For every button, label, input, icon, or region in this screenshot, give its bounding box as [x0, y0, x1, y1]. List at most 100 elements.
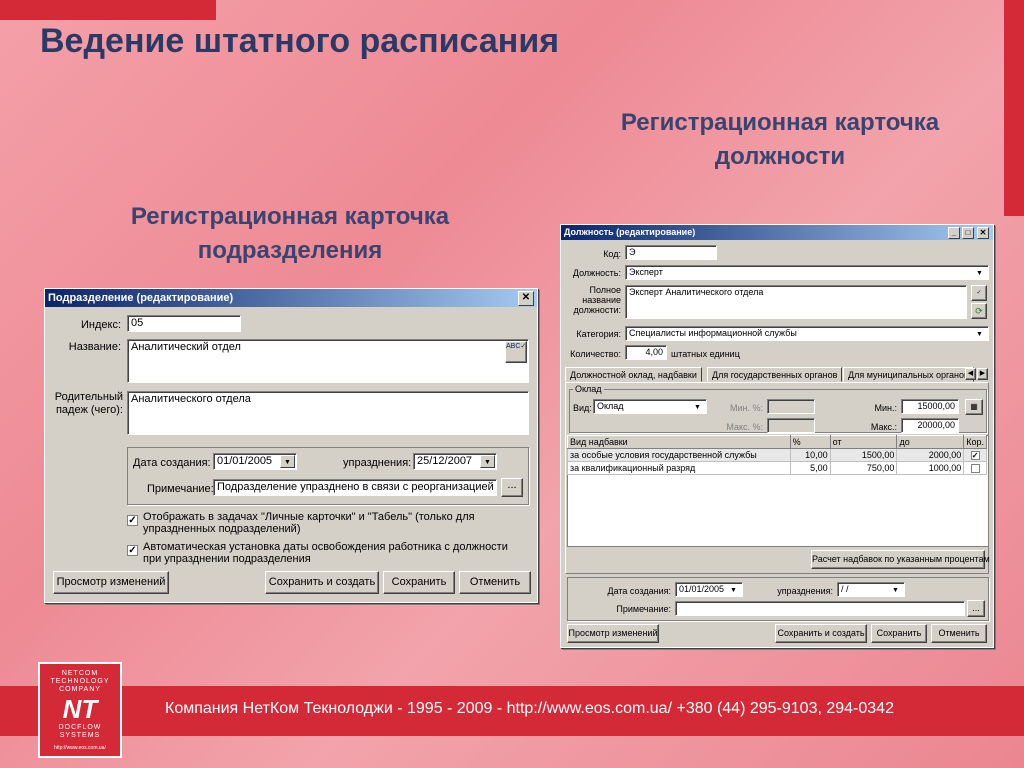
quantity-input[interactable]: 4,00: [625, 345, 667, 360]
category-value: Специалисты информационной службы: [629, 328, 797, 338]
position-select[interactable]: Эксперт ▼: [625, 265, 989, 280]
close-icon[interactable]: ✕: [977, 227, 989, 239]
refresh-icon[interactable]: ⟳: [971, 303, 987, 319]
category-select[interactable]: Специалисты информационной службы ▼: [625, 326, 989, 341]
chevron-down-icon[interactable]: ▼: [480, 455, 495, 468]
code-label: Код:: [603, 249, 621, 259]
chevron-down-icon[interactable]: ▼: [280, 455, 295, 468]
parent-label: Родительный падеж (чего):: [54, 391, 123, 416]
cor-checkbox[interactable]: [970, 463, 980, 473]
pos-note-input[interactable]: [675, 601, 965, 616]
index-input[interactable]: 05: [127, 315, 241, 332]
name-label: Название:: [68, 341, 121, 353]
chevron-down-icon[interactable]: ▼: [972, 328, 987, 339]
pos-created-date-input[interactable]: 01/01/2005 ▼: [675, 582, 743, 597]
name-input[interactable]: Аналитический отдел: [127, 339, 529, 383]
min-pct-input: [767, 399, 815, 414]
table-row[interactable]: за особые условия государственной службы…: [567, 448, 987, 462]
max-pct-input: [767, 418, 815, 433]
tab-strip: Должностной оклад, надбавки Для государс…: [565, 367, 989, 382]
min-salary-label: Мин.:: [874, 403, 898, 413]
tab-scroll-right-icon[interactable]: ▶: [977, 368, 988, 380]
table-row[interactable]: за квалификационный разряд 5,00 750,00 1…: [567, 461, 987, 475]
pos-history-button[interactable]: Просмотр изменений: [567, 624, 659, 643]
footer-text: Компания НетКом Текнолоджи - 1995 - 2009…: [165, 700, 894, 717]
spellcheck-button[interactable]: ✓: [971, 285, 987, 301]
position-edit-window: Должность (редактирование) _ □ ✕ Код: Э …: [560, 224, 994, 648]
auto-release-label: Автоматическая установка даты освобожден…: [143, 541, 508, 565]
pos-save-and-create-button[interactable]: Сохранить и создать: [775, 624, 867, 643]
created-date-input[interactable]: 01/01/2005 ▼: [213, 453, 297, 470]
row-from: 750,00: [829, 461, 898, 475]
close-icon[interactable]: ✕: [518, 291, 534, 306]
chevron-down-icon[interactable]: ▼: [888, 584, 903, 595]
type-select[interactable]: Оклад ▼: [593, 399, 707, 414]
display-in-tasks-checkbox[interactable]: ✓: [127, 515, 138, 526]
row-pct: 5,00: [789, 461, 831, 475]
division-title-bar: Подразделение (редактирование) ✕: [45, 289, 537, 307]
tab-municipal-bodies[interactable]: Для муниципальных органов: [843, 367, 974, 382]
type-value: Оклад: [597, 401, 624, 411]
row-name: за особые условия государственной службы: [567, 448, 791, 462]
caption-division-card: Регистрационная карточка подразделения: [130, 203, 450, 264]
abolished-date-input[interactable]: 25/12/2007 ▼: [413, 453, 497, 470]
position-title: Должность (редактирование): [564, 227, 696, 237]
max-pct-label: Макс. %:: [726, 422, 763, 432]
display-in-tasks-label: Отображать в задачах "Личные карточки" и…: [143, 511, 475, 535]
pos-abolished-label: упразднения:: [777, 586, 833, 596]
spellcheck-button[interactable]: ABC✓: [505, 341, 527, 363]
history-button[interactable]: Просмотр изменений: [53, 571, 169, 594]
logo-url: http://www.eos.com.ua/: [54, 745, 106, 751]
pos-note-ellipsis-button[interactable]: ...: [967, 600, 985, 617]
calc-allowances-button[interactable]: Расчет надбавок по указанным процентам: [811, 550, 990, 569]
parent-input[interactable]: Аналитического отдела: [127, 391, 529, 435]
type-label: Вид:: [573, 403, 592, 413]
chevron-down-icon[interactable]: ▼: [726, 584, 741, 595]
max-salary-input[interactable]: 20000,00: [901, 418, 959, 433]
abolished-date-value: 25/12/2007: [417, 455, 473, 467]
quantity-unit: штатных единиц: [671, 349, 740, 359]
min-salary-input[interactable]: 15000,00: [901, 399, 959, 414]
row-cor: ✓: [963, 448, 987, 462]
save-button[interactable]: Сохранить: [383, 571, 455, 594]
pos-cancel-button[interactable]: Отменить: [931, 624, 987, 643]
chevron-down-icon[interactable]: ▼: [972, 267, 987, 278]
col-pct[interactable]: %: [789, 435, 831, 449]
code-input[interactable]: Э: [625, 245, 717, 260]
pos-created-label: Дата создания:: [607, 586, 672, 596]
cancel-button[interactable]: Отменить: [459, 571, 531, 594]
created-date-value: 01/01/2005: [217, 455, 273, 467]
division-title: Подразделение (редактирование): [48, 292, 234, 304]
col-cor[interactable]: Кор.: [963, 435, 987, 449]
pos-save-button[interactable]: Сохранить: [871, 624, 927, 643]
tab-state-bodies[interactable]: Для государственных органов: [707, 367, 843, 382]
auto-release-checkbox[interactable]: ✓: [127, 545, 138, 556]
min-pct-label: Мин. %:: [730, 403, 763, 413]
pos-abolished-date-input[interactable]: / / ▼: [837, 582, 905, 597]
full-name-input[interactable]: Эксперт Аналитического отдела: [625, 285, 967, 319]
calculator-icon[interactable]: ▦: [965, 399, 983, 415]
full-name-label: Полное название должности:: [573, 285, 621, 315]
note-input[interactable]: Подразделение упразднено в связи с реорг…: [213, 479, 497, 496]
logo-bottom-text: DOCFLOW SYSTEMS: [58, 724, 102, 739]
table-header-row: Вид надбавки % от до Кор.: [567, 435, 987, 449]
pos-abolished-date-value: / /: [841, 584, 849, 594]
chevron-down-icon[interactable]: ▼: [690, 401, 705, 412]
save-and-create-button[interactable]: Сохранить и создать: [265, 571, 379, 594]
col-from[interactable]: от: [829, 435, 898, 449]
minimize-icon[interactable]: _: [948, 227, 960, 239]
position-value: Эксперт: [629, 267, 663, 277]
note-ellipsis-button[interactable]: ...: [501, 478, 523, 497]
maximize-icon[interactable]: □: [962, 227, 974, 239]
col-type[interactable]: Вид надбавки: [567, 435, 791, 449]
col-to[interactable]: до: [896, 435, 965, 449]
tab-salary[interactable]: Должностной оклад, надбавки: [565, 367, 702, 382]
created-label: Дата создания:: [133, 457, 211, 469]
row-to: 1000,00: [896, 461, 965, 475]
cor-checkbox[interactable]: ✓: [970, 450, 980, 460]
abolished-label: упразднения:: [343, 457, 412, 469]
tab-scroll-left-icon[interactable]: ◀: [965, 368, 976, 380]
row-cor: [963, 461, 987, 475]
position-title-bar: Должность (редактирование) _ □ ✕: [561, 225, 993, 240]
position-label: Должность:: [572, 268, 621, 278]
